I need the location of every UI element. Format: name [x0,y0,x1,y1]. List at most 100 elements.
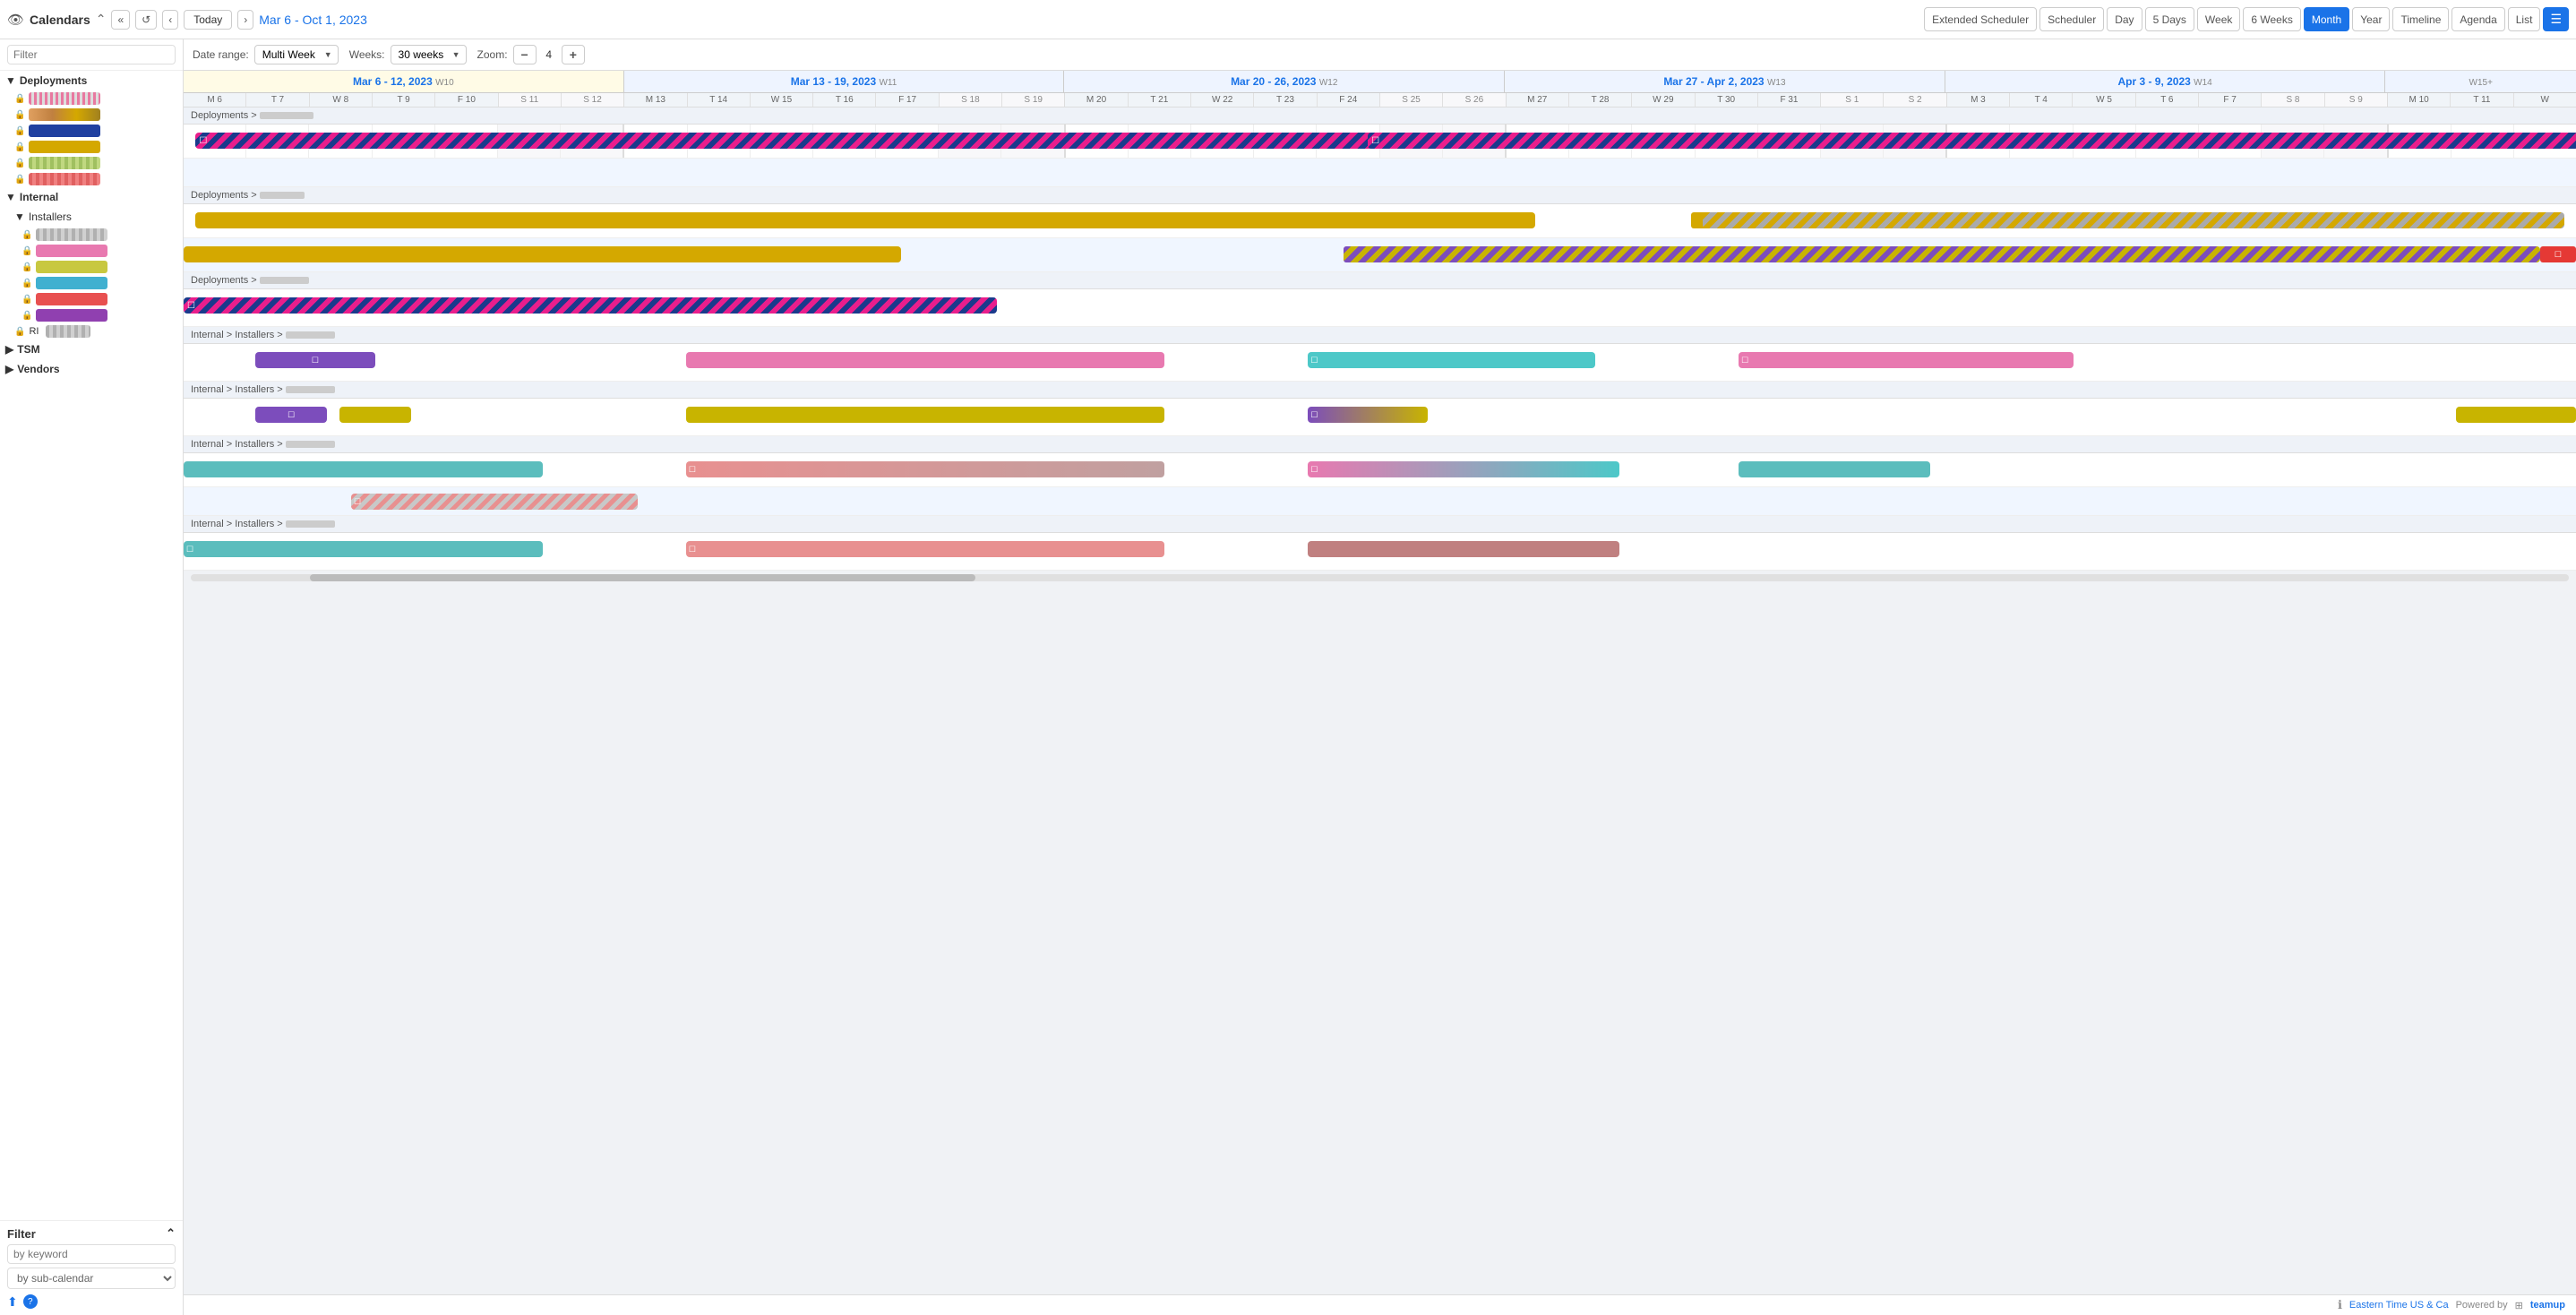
event-icon: ☐ [689,465,696,475]
event-inst3-r1-e2[interactable]: ☐ [686,461,1164,477]
sidebar-item-dep-5[interactable]: 🔒 [0,155,183,171]
event-dep1-r1-e2[interactable]: ☐ [1368,133,2576,149]
date-range-group: Date range: Multi Week [193,45,339,64]
event-dep2-r1-e1[interactable] [195,212,1535,228]
internal-group-header[interactable]: ▼ Internal [0,187,183,207]
zoom-out-button[interactable]: − [513,45,537,64]
sidebar-item-dep-3[interactable]: 🔒 [0,123,183,139]
date-range-label[interactable]: Mar 6 - Oct 1, 2023 [259,13,367,27]
sidebar-item-dep-6[interactable]: 🔒 [0,171,183,187]
view-scheduler-button[interactable]: Scheduler [2039,7,2104,31]
weeks-select[interactable]: 30 weeks [391,45,467,64]
help-icon[interactable]: ? [23,1294,38,1309]
sidebar-item-dep-2[interactable]: 🔒 [0,107,183,123]
event-inst1-r1-e4[interactable]: ☐ [1739,352,2074,368]
color-bar [29,141,100,153]
sidebar-item-ri[interactable]: 🔒 RI [0,323,183,339]
event-inst2-r1-e2[interactable] [339,407,411,423]
view-month-button[interactable]: Month [2304,7,2349,31]
event-icon: ☐ [288,410,295,420]
tsm-group-header[interactable]: ▶ TSM [0,339,183,359]
prev-button[interactable]: ‹ [162,10,178,30]
share-icon[interactable]: ⬆ [7,1294,18,1310]
week-15-label: W15+ [2469,78,2493,88]
filter-input[interactable] [7,45,176,64]
color-bar [36,245,107,257]
event-inst4-r1-e2[interactable]: ☐ [686,541,1164,557]
view-week-button[interactable]: Week [2197,7,2240,31]
day-cell-t4b: T 4 [2010,93,2073,107]
calendar-grid-outer[interactable]: Mar 6 - 12, 2023 W10 Mar 13 - 19, 2023 W… [184,71,2576,1294]
day-cell-f7b: F 7 [2199,93,2262,107]
sidebar-item-inst-6[interactable]: 🔒 [0,307,183,323]
event-dep2-r2-e1[interactable] [184,246,901,262]
prev-prev-button[interactable]: « [111,10,130,30]
event-dep3-r1-e1[interactable]: ☐ [184,297,997,314]
event-inst1-r1-e2[interactable] [686,352,1164,368]
deployments-group-header[interactable]: ▼ Deployments [0,71,183,90]
next-button[interactable]: › [237,10,253,30]
event-dep2-r2-e2[interactable] [1344,246,2540,262]
day-cell-m20: M 20 [1065,93,1128,107]
week-headers: Mar 6 - 12, 2023 W10 Mar 13 - 19, 2023 W… [184,71,2576,93]
sidebar-item-dep-1[interactable]: 🔒 [0,90,183,107]
event-inst3-r1-e1[interactable] [184,461,543,477]
event-inst2-r1-e4[interactable]: ☐ [1308,407,1428,423]
sidebar-item-inst-4[interactable]: 🔒 [0,275,183,291]
zoom-in-button[interactable]: + [562,45,585,64]
date-range-select[interactable]: Multi Week [254,45,339,64]
refresh-button[interactable]: ↺ [135,10,157,30]
view-timeline-button[interactable]: Timeline [2392,7,2449,31]
sidebar-item-dep-4[interactable]: 🔒 [0,139,183,155]
event-inst3-r1-e3[interactable]: ☐ [1308,461,1619,477]
event-dep2-r2-e3[interactable]: ☐ [2540,246,2576,262]
event-inst1-r1-e1[interactable]: ☐ [255,352,375,368]
day-cell-t7: T 7 [246,93,309,107]
day-cell-w15: W 15 [751,93,813,107]
sidebar-item-inst-5[interactable]: 🔒 [0,291,183,307]
view-list-button[interactable]: List [2508,7,2541,31]
keyword-filter-input[interactable] [7,1244,176,1264]
sidebar-item-inst-2[interactable]: 🔒 [0,243,183,259]
view-year-button[interactable]: Year [2352,7,2390,31]
view-6weeks-button[interactable]: 6 Weeks [2243,7,2300,31]
view-extended-scheduler-button[interactable]: Extended Scheduler [1924,7,2037,31]
event-inst1-r1-e3[interactable]: ☐ [1308,352,1595,368]
event-inst3-r1-e4[interactable] [1739,461,1930,477]
menu-button[interactable]: ☰ [2543,7,2569,31]
day-cell-t16: T 16 [813,93,876,107]
view-day-button[interactable]: Day [2107,7,2142,31]
section-label-inst1: Internal > Installers > [184,327,2576,344]
view-agenda-button[interactable]: Agenda [2451,7,2504,31]
sidebar-item-inst-1[interactable]: 🔒 [0,227,183,243]
sidebar-item-inst-3[interactable]: 🔒 [0,259,183,275]
event-icon: ☐ [689,545,696,554]
lock-icon: 🔒 [21,262,32,272]
today-button[interactable]: Today [184,10,232,30]
event-inst2-r1-e3[interactable] [686,407,1164,423]
day-cell-s1a: S 1 [1821,93,1884,107]
collapse-filter-icon[interactable]: ⌃ [166,1226,176,1241]
event-inst2-r1-e1[interactable]: ☐ [255,407,327,423]
event-inst3-r2-e1[interactable]: ☐ [351,494,639,510]
scroll-track[interactable] [191,574,2569,581]
vendors-group-header[interactable]: ▶ Vendors [0,359,183,379]
event-dep1-r1-e1[interactable]: ☐ [195,133,1558,149]
event-inst4-r1-e1[interactable]: ☐ [184,541,543,557]
view-5days-button[interactable]: 5 Days [2145,7,2194,31]
day-cell-t14: T 14 [688,93,751,107]
installers-subgroup-header[interactable]: ▼ Installers [0,207,183,227]
eye-icon[interactable]: 👁 [7,12,24,28]
section-label-inst3: Internal > Installers > [184,436,2576,453]
inst3-row2: ☐ [184,487,2576,516]
event-inst4-r1-e3[interactable] [1308,541,1619,557]
chevron-right-icon: ▶ [5,343,13,356]
event-icon: ☐ [312,356,319,365]
lock-icon: 🔒 [14,126,25,136]
event-dep2-r1-e3[interactable] [1703,212,2564,228]
subcalendar-filter-select[interactable]: by sub-calendar [7,1268,176,1289]
event-inst2-r1-e5[interactable] [2456,407,2576,423]
collapse-sidebar-button[interactable]: ⌃ [96,12,107,27]
event-icon: ☐ [199,136,207,146]
lock-icon: 🔒 [14,94,25,104]
